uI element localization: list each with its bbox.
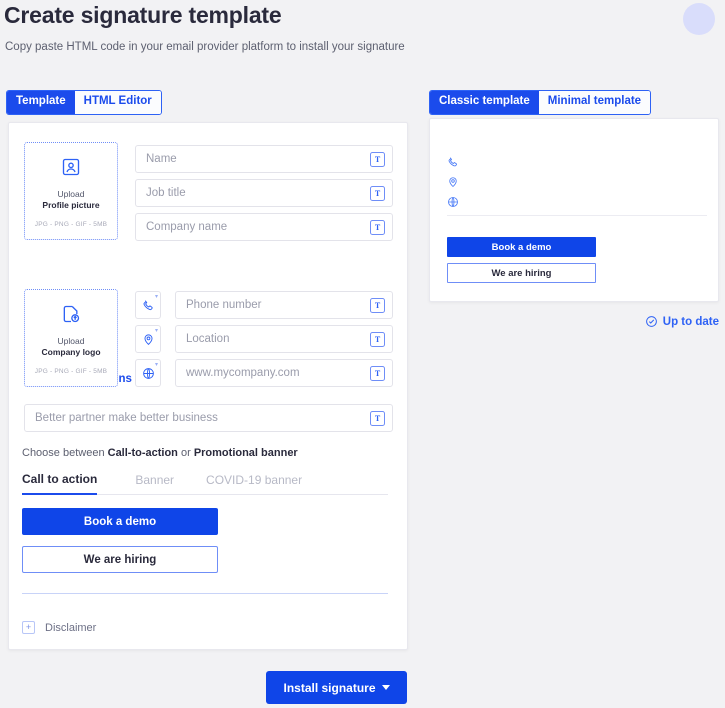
text-format-icon[interactable]: T — [370, 331, 385, 347]
profile-picture-upload[interactable]: Upload Profile picture JPG - PNG - GIF -… — [24, 142, 118, 240]
upload-line-2: Profile picture — [42, 200, 100, 211]
chevron-down-icon: ▾ — [154, 362, 158, 368]
tab-html-editor[interactable]: HTML Editor — [74, 91, 161, 114]
user-avatar-icon — [61, 157, 81, 182]
job-title-field[interactable]: Job title T — [135, 179, 393, 207]
tab-template[interactable]: Template — [7, 91, 75, 114]
tab-call-to-action[interactable]: Call to action — [22, 472, 98, 495]
website-placeholder: www.mycompany.com — [186, 367, 300, 379]
upload-constraints: JPG - PNG - GIF - 5MB — [34, 367, 108, 375]
globe-icon — [142, 367, 154, 379]
preview-divider — [447, 215, 707, 216]
we-are-hiring-button[interactable]: We are hiring — [22, 546, 218, 573]
choose-prefix: Choose between — [22, 447, 108, 459]
upload-constraints: JPG - PNG - GIF - 5MB — [34, 220, 108, 228]
company-name-field[interactable]: Company name T — [135, 213, 393, 241]
app-root: Create signature template Copy paste HTM… — [0, 0, 725, 708]
choose-strong-cta: Call-to-action — [107, 447, 178, 459]
text-format-icon[interactable]: T — [370, 185, 385, 201]
phone-field[interactable]: Phone number T — [175, 291, 393, 319]
preview-contact-icons — [447, 155, 459, 215]
tab-minimal-template[interactable]: Minimal template — [538, 91, 651, 114]
book-a-demo-button[interactable]: Book a demo — [22, 508, 218, 535]
choose-between-label: Choose between Call-to-action or Promoti… — [22, 447, 298, 459]
plus-icon[interactable]: + — [22, 621, 35, 634]
status-label: Up to date — [662, 315, 719, 328]
image-upload-icon — [61, 304, 81, 329]
disclaimer-row[interactable]: + Disclaimer — [22, 621, 96, 634]
preview-we-are-hiring-button[interactable]: We are hiring — [447, 263, 596, 283]
disclaimer-label: Disclaimer — [45, 621, 97, 634]
choose-middle: or — [177, 447, 194, 459]
text-format-icon[interactable]: T — [370, 151, 385, 167]
text-format-icon[interactable]: T — [370, 297, 385, 313]
preview-template-toggle[interactable]: Classic template Minimal template — [429, 90, 652, 115]
choose-strong-banner: Promotional banner — [193, 447, 298, 459]
preview-phone-icon — [447, 155, 459, 168]
tagline-placeholder: Better partner make better business — [35, 412, 218, 424]
location-field[interactable]: Location T — [175, 325, 393, 353]
upload-line-2: Company logo — [41, 347, 101, 358]
page-title: Create signature template — [4, 2, 282, 28]
chevron-down-icon — [381, 685, 390, 690]
preview-book-a-demo-button[interactable]: Book a demo — [447, 237, 596, 257]
cta-type-tabs: Call to action Banner COVID-19 banner — [22, 472, 388, 495]
name-placeholder: Name — [146, 153, 177, 165]
preview-globe-icon — [447, 195, 459, 208]
tab-banner[interactable]: Banner — [135, 473, 174, 494]
location-placeholder: Location — [186, 333, 230, 345]
check-circle-icon — [645, 316, 657, 327]
upload-line-1: Upload — [57, 336, 85, 346]
location-icon-selector[interactable]: ▾ — [135, 325, 161, 353]
editor-mode-toggle[interactable]: Template HTML Editor — [6, 90, 162, 115]
location-pin-icon — [144, 333, 152, 345]
job-title-placeholder: Job title — [146, 187, 186, 199]
tab-covid-banner[interactable]: COVID-19 banner — [206, 473, 302, 494]
preview-location-pin-icon — [447, 175, 459, 188]
install-signature-button[interactable]: Install signature — [266, 671, 407, 704]
company-logo-upload[interactable]: Upload Company logo JPG - PNG - GIF - 5M… — [24, 289, 118, 387]
install-signature-label: Install signature — [283, 680, 376, 695]
chevron-down-icon: ▾ — [154, 294, 158, 300]
name-field[interactable]: Name T — [135, 145, 393, 173]
website-icon-selector[interactable]: ▾ — [135, 359, 161, 387]
status-badge[interactable]: Up to date — [645, 315, 719, 328]
phone-icon — [143, 299, 153, 310]
tab-classic-template[interactable]: Classic template — [430, 91, 539, 114]
signature-preview-card: Book a demo We are hiring — [429, 118, 719, 302]
tagline-field[interactable]: Better partner make better business T — [24, 404, 393, 432]
avatar[interactable] — [683, 3, 715, 35]
text-format-icon[interactable]: T — [370, 219, 385, 235]
chevron-down-icon: ▾ — [154, 328, 158, 334]
website-field[interactable]: www.mycompany.com T — [175, 359, 393, 387]
upload-line-1: Upload — [57, 189, 85, 199]
phone-placeholder: Phone number — [186, 299, 262, 311]
divider — [22, 593, 388, 594]
company-name-placeholder: Company name — [146, 221, 228, 233]
page-subtitle: Copy paste HTML code in your email provi… — [5, 41, 405, 53]
phone-icon-selector[interactable]: ▾ — [135, 291, 161, 319]
text-format-icon[interactable]: T — [370, 365, 385, 381]
text-format-icon[interactable]: T — [370, 410, 385, 426]
